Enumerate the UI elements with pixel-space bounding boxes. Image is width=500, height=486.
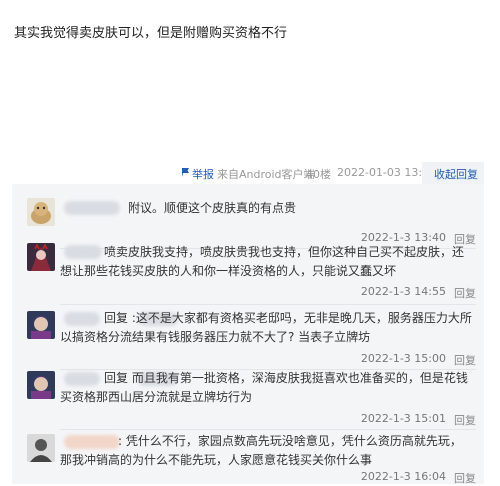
reply-button[interactable]: 回复 [454,352,476,368]
reply-list: 附议。顺便这个皮肤真的有点贵 2022-1-3 13:40 回复 喷卖皮肤我支持… [12,184,484,485]
reply-item: 附议。顺便这个皮肤真的有点贵 2022-1-3 13:40 回复 [12,196,484,246]
post-text: 其实我觉得卖皮肤可以，但是附赠购买资格不行 [14,26,288,41]
reply-time: 2022-1-3 15:00 [360,352,446,365]
reply-item: 回复 而且我有第一批资格，深海皮肤我挺喜欢也准备买的，但是花钱买资格那西山居分流… [12,367,484,427]
reply-time: 2022-1-3 16:04 [360,470,446,483]
avatar[interactable] [27,434,55,462]
reply-item: 回复 :这不是大家都有资格买老邸吗，无非是晚几天，服务器压力大所以搞资格分流结果… [12,307,484,367]
avatar[interactable] [27,311,55,339]
reply-time: 2022-1-3 15:01 [360,412,446,425]
avatar[interactable] [27,198,55,226]
client-source: 来自Android客户端 [217,168,315,181]
reply-text: 回复 :这不是大家都有资格买老邸吗，无非是晚几天，服务器压力大所以搞资格分流结果… [60,311,472,344]
reply-text: 附议。顺便这个皮肤真的有点贵 [128,201,297,215]
collapse-replies-link[interactable]: 收起回复 [434,166,478,182]
reply-item: : 凭什么不行，家园点数高先玩没啥意见，凭什么资历高就先玩，那我冲销高的为什么不… [12,430,484,485]
reply-time: 2022-1-3 14:55 [360,285,446,298]
reply-button[interactable]: 回复 [454,285,476,301]
reply-text: : 凭什么不行，家园点数高先玩没啥意见，凭什么资历高就先玩，那我冲销高的为什么不… [60,434,462,467]
post-meta-bar: 举报 来自Android客户端 40楼 2022-01-03 13:25 收起回… [0,162,500,184]
reply-text: 回复 而且我有第一批资格，深海皮肤我挺喜欢也准备买的，但是花钱买资格那西山居分流… [60,371,468,404]
reply-item: 喷卖皮肤我支持，喷皮肤贵我也支持，但你这种自己买不起皮肤，还想让那些花钱买皮肤的… [12,241,484,301]
reply-button[interactable]: 回复 [454,412,476,428]
avatar[interactable] [27,243,55,271]
floor-number: 40楼 [306,168,331,181]
avatar[interactable] [27,371,55,399]
report-icon [182,168,189,177]
report-link[interactable]: 举报 [192,166,214,182]
divider [60,304,476,305]
reply-text: 喷卖皮肤我支持，喷皮肤贵我也支持，但你这种自己买不起皮肤，还想让那些花钱买皮肤的… [60,245,465,278]
